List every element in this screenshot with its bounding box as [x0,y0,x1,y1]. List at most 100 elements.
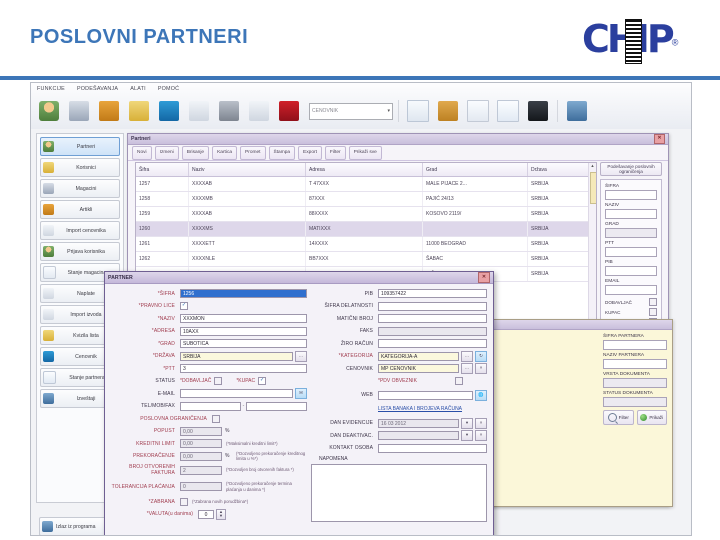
business-limits-settings-button[interactable]: Podešavanje poslovnih ograničenja [600,162,662,176]
input-broj-otvorenih-faktura[interactable]: 2 [180,465,222,475]
input-kontakt-osoba[interactable] [378,443,487,453]
sidebar-item-korisnici[interactable]: Korisnici [40,158,120,177]
menu-item-alati[interactable]: ALATI [130,86,146,96]
checkbox-kupac[interactable] [258,377,267,385]
web-browser-icon[interactable]: 🌐 [475,389,487,401]
input-kategorija[interactable]: KATEGORIJA-A [378,351,459,361]
input-maticni-broj[interactable] [378,314,487,323]
filter-input-naziv[interactable] [605,209,657,219]
doc-filter-input-sifra-partnera[interactable] [603,340,667,350]
column-header-grad[interactable]: Grad [422,163,528,177]
checkbox[interactable] [649,308,657,316]
list-btn-promet[interactable]: Promet [240,145,266,160]
column-header-drzava[interactable]: Država [527,163,596,177]
input-tolerancija-placanja[interactable]: 0 [180,482,222,491]
archive-folder-icon[interactable] [563,97,591,125]
list-btn-kartica[interactable]: Kartica [212,145,238,160]
pen-write2-icon[interactable] [245,97,273,125]
close-icon[interactable]: ✕ [478,272,490,283]
warehouse-box-icon[interactable] [95,97,123,125]
table-row[interactable]: 1260 XXXXMS MATIXXX SRBIJA [136,221,596,237]
input-email[interactable] [180,389,293,398]
menu-item-podesavanja[interactable]: PODEŠAVANJA [77,86,118,96]
checkbox-pravno-lice[interactable] [180,302,188,310]
column-header-adresa[interactable]: Adresa [305,163,423,177]
filter-input-sifra[interactable] [605,190,657,200]
filter-input-email[interactable] [605,285,657,295]
doc-filter-input-status-dokumenta[interactable] [603,397,667,407]
excel-export-icon[interactable] [155,97,183,125]
list-btn-stampa[interactable]: Štampa [268,145,296,160]
input-prekoracenje[interactable]: 0,00 [180,451,222,461]
dan-deaktivacije-clear-button[interactable]: × [475,430,487,441]
filter-input-ptt[interactable] [605,247,657,257]
discount-10-icon[interactable] [275,97,303,125]
filter-input-grad[interactable] [605,228,657,238]
valuta-spinner[interactable]: ▲ ▼ [216,508,226,520]
input-sifra-delatnosti[interactable] [378,301,487,311]
table-row[interactable]: 1258 XXXXMB 87XXX PAJIĆ 24/13 SRBIJA [136,191,596,207]
pen-write-icon[interactable] [185,97,213,125]
dan-evidencije-calendar-icon[interactable]: ▾ [461,417,473,429]
list-btn-export[interactable]: Export [298,145,322,160]
doc-filter-input-vrsta-dokumenta[interactable] [603,378,667,388]
list-btn-brisanje[interactable]: Brisanje [181,145,210,160]
kategorija-lookup-button[interactable]: … [461,350,473,362]
column-header-sifra[interactable]: Šifra [136,163,189,177]
refresh-icon[interactable]: ↻ [475,350,487,362]
stock-cubes-icon[interactable] [434,97,462,125]
calculator-icon[interactable] [524,97,552,125]
doc-filter-input-naziv-partnera[interactable] [603,359,667,369]
input-cenovnik[interactable]: MP CENOVNIK [378,364,459,373]
email-send-icon[interactable]: ✉ [295,388,307,399]
network-computer-icon[interactable] [65,97,93,125]
input-tel[interactable] [180,401,241,411]
checkbox-dobavljac[interactable] [214,377,223,385]
input-faks[interactable] [378,326,487,336]
doc-filter-button[interactable]: Filter [603,410,634,425]
checkbox-pdv-obveznik[interactable] [455,377,463,385]
menu-item-funkcije[interactable]: FUNKCIJE [37,86,65,96]
scroll-up-icon[interactable]: ▲ [589,163,596,170]
sidebar-item-artikli[interactable]: Artikli [40,200,120,219]
list-btn-izmeni[interactable]: Izmeni [154,145,179,160]
users-group-icon[interactable] [125,97,153,125]
menu-item-pomoc[interactable]: POMOĆ [158,86,179,96]
filter-check-kupac[interactable]: KUPAC [605,308,657,316]
sidebar-item-magacini[interactable]: Magacini [40,179,120,198]
list-btn-prikazi-sve[interactable]: Prikaži sve [348,145,382,160]
input-drzava[interactable]: SRBIJA [180,351,293,361]
new-document-icon[interactable] [404,97,432,125]
input-ziro-racun[interactable] [378,339,487,348]
doc-show-all-button[interactable]: Prikaži [636,410,667,425]
checkbox[interactable] [649,298,657,306]
list-btn-filter[interactable]: Filter [324,145,346,160]
input-dan-deaktivacije[interactable] [378,431,459,440]
list-btn-novi[interactable]: Novi [132,145,152,160]
checklist-icon[interactable] [464,97,492,125]
filter-check-dobavljac[interactable]: DOBAVLJAČ [605,298,657,306]
scrollbar-thumb[interactable] [590,172,596,204]
table-row[interactable]: 1262 XXXXNLE BB7XXX ŠABAC SRBIJA [136,251,596,267]
close-icon[interactable]: ✕ [654,134,665,144]
input-ptt[interactable]: 3 [180,364,307,373]
sidebar-item-partneri[interactable]: Partneri [40,137,120,156]
table-row[interactable]: 1257 XXXXAB T 47XXX MALE PIJACE 2... SRB… [136,176,596,192]
input-grad[interactable]: SUBOTICA [180,339,307,348]
report-icon[interactable] [494,97,522,125]
table-row[interactable]: 1259 XXXXAB 88XXXX KOSOVO 2119/ SRBIJA [136,206,596,222]
input-popust[interactable]: 0,00 [180,426,222,436]
drzava-lookup-button[interactable]: … [295,350,307,362]
sidebar-item-import-cenovnika[interactable]: Import cenovnika [40,221,120,240]
bank-card-icon[interactable] [215,97,243,125]
dan-evidencije-clear-button[interactable]: × [475,417,487,429]
column-header-naziv[interactable]: Naziv [188,163,306,177]
checkbox-poslovna-ogranicenja[interactable] [212,414,220,423]
dan-deaktivacije-calendar-icon[interactable]: ▾ [461,430,473,441]
checkbox-zabrana[interactable] [180,497,188,506]
input-dan-evidencije[interactable]: 16 03 2012 [378,418,459,428]
input-mob[interactable] [246,401,308,411]
input-web[interactable] [378,390,473,400]
cenovnik-lookup-button[interactable]: … [461,363,473,374]
sidebar-item-prijava-korisnika[interactable]: Prijava korisnika [40,242,120,261]
